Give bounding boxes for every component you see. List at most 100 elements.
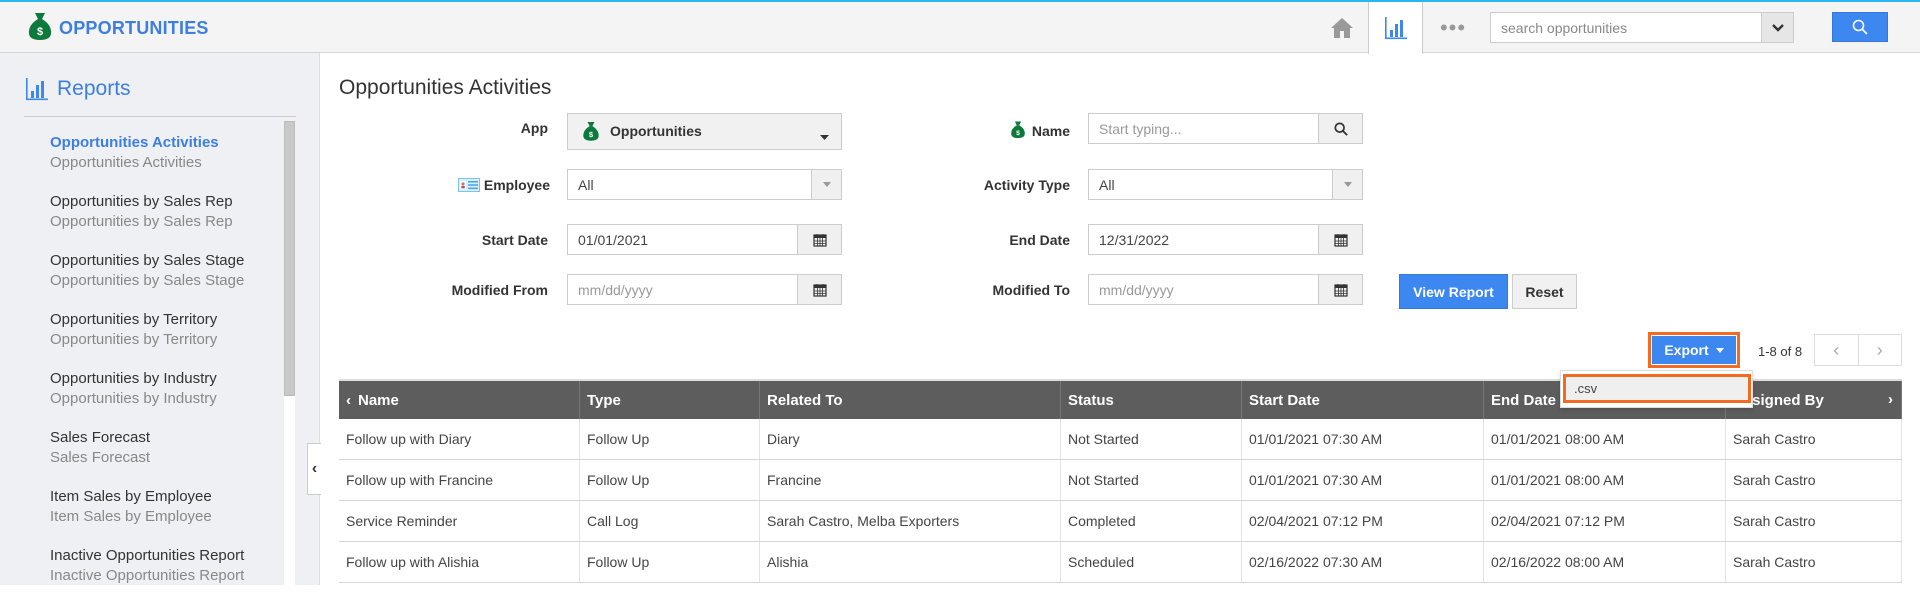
pagination-info: 1-8 of 8 <box>1758 344 1803 359</box>
search-box <box>1490 12 1794 43</box>
cell-type: Follow Up <box>580 542 760 582</box>
home-button[interactable] <box>1318 2 1366 53</box>
employee-dropdown-toggle[interactable] <box>811 170 841 199</box>
cell-start-date: 02/16/2022 07:30 AM <box>1242 542 1484 582</box>
sidebar-item-by-industry[interactable]: Opportunities by Industry Opportunities b… <box>50 363 280 422</box>
export-csv-option[interactable]: .csv <box>1563 374 1751 403</box>
caret-down-icon <box>1715 347 1724 353</box>
column-header-status[interactable]: Status <box>1061 381 1242 419</box>
end-date-field[interactable]: 12/31/2022 <box>1088 224 1363 255</box>
cell-status: Not Started <box>1061 419 1242 459</box>
cell-assigned-by: Sarah Castro <box>1726 542 1902 582</box>
cell-assigned-by: Sarah Castro <box>1726 460 1902 500</box>
item-title: Opportunities by Sales Rep <box>50 193 233 210</box>
modified-from-picker-button[interactable] <box>797 275 841 304</box>
calendar-icon <box>812 233 827 247</box>
column-header-start-date[interactable]: Start Date <box>1242 381 1484 419</box>
sidebar-item-item-sales-by-employee[interactable]: Item Sales by Employee Item Sales by Empl… <box>50 481 280 540</box>
cell-end-date: 02/04/2021 07:12 PM <box>1484 501 1726 541</box>
scroll-right-icon[interactable]: › <box>1888 391 1893 408</box>
item-subtitle: Inactive Opportunities Report <box>50 567 245 584</box>
top-bar: $ OPPORTUNITIES ••• <box>0 0 1920 54</box>
cell-name: Service Reminder <box>339 501 580 541</box>
employee-select[interactable]: All <box>567 169 842 200</box>
activity-type-select[interactable]: All <box>1088 169 1363 200</box>
reports-tab[interactable] <box>1368 2 1423 54</box>
item-title: Opportunities by Sales Stage <box>50 252 245 269</box>
collapse-sidebar-button[interactable]: ‹ <box>307 443 321 495</box>
item-subtitle: Opportunities Activities <box>50 154 202 171</box>
search-dropdown-toggle[interactable] <box>1761 13 1793 42</box>
reset-button[interactable]: Reset <box>1512 274 1577 309</box>
cell-assigned-by: Sarah Castro <box>1726 419 1902 459</box>
cell-status: Completed <box>1061 501 1242 541</box>
more-dots-icon: ••• <box>1439 14 1467 40</box>
brand[interactable]: $ OPPORTUNITIES <box>27 11 209 46</box>
app-select-value: Opportunities <box>610 123 702 139</box>
start-date-field[interactable]: 01/01/2021 <box>567 224 842 255</box>
item-subtitle: Opportunities by Territory <box>50 331 218 348</box>
item-title: Inactive Opportunities Report <box>50 547 245 564</box>
app-title: OPPORTUNITIES <box>59 18 209 38</box>
svg-text:$: $ <box>1016 130 1020 137</box>
sidebar-item-by-sales-rep[interactable]: Opportunities by Sales Rep Opportunities … <box>50 186 280 245</box>
activity-type-dropdown-toggle[interactable] <box>1332 170 1362 199</box>
calendar-icon <box>1333 233 1348 247</box>
report-list: Opportunities Activities Opportunities Ac… <box>50 127 280 599</box>
sidebar-item-opportunities-activities[interactable]: Opportunities Activities Opportunities Ac… <box>50 127 280 186</box>
sidebar-item-by-territory[interactable]: Opportunities by Territory Opportunities … <box>50 304 280 363</box>
sidebar-scrollbar[interactable] <box>284 121 295 585</box>
table-row[interactable]: Follow up with Francine Follow Up Franci… <box>339 460 1902 501</box>
name-search-button[interactable] <box>1318 114 1362 143</box>
cell-type: Follow Up <box>580 460 760 500</box>
start-date-picker-button[interactable] <box>797 225 841 254</box>
search-icon <box>1333 121 1348 136</box>
item-title: Sales Forecast <box>50 429 151 446</box>
app-select[interactable]: $ Opportunities <box>567 113 842 150</box>
end-date-picker-button[interactable] <box>1318 225 1362 254</box>
item-title: Item Sales by Employee <box>50 488 212 505</box>
calendar-icon <box>1333 283 1348 297</box>
sidebar-item-by-sales-stage[interactable]: Opportunities by Sales Stage Opportunitie… <box>50 245 280 304</box>
money-bag-icon: $ <box>582 120 600 145</box>
export-label: Export <box>1664 342 1709 358</box>
name-search-field[interactable]: Start typing... <box>1088 113 1363 144</box>
table-row[interactable]: Follow up with Diary Follow Up Diary Not… <box>339 419 1902 460</box>
column-header-type[interactable]: Type <box>580 381 760 419</box>
activities-table: ‹ Name Type Related To Status Start Date … <box>339 379 1902 583</box>
cell-related-to: Diary <box>760 419 1061 459</box>
scrollbar-thumb[interactable] <box>284 121 295 396</box>
app-label: App <box>520 120 548 136</box>
column-header-related-to[interactable]: Related To <box>760 381 1061 419</box>
more-button[interactable]: ••• <box>1428 2 1478 53</box>
search-button[interactable] <box>1832 12 1888 42</box>
start-date-value: 01/01/2021 <box>578 232 649 248</box>
view-report-button[interactable]: View Report <box>1399 274 1508 309</box>
chevron-right-icon: › <box>1876 339 1883 360</box>
start-date-label: Start Date <box>481 232 548 248</box>
scroll-left-icon[interactable]: ‹ <box>346 392 351 409</box>
column-header-name[interactable]: ‹ Name <box>339 381 580 419</box>
table-row[interactable]: Service Reminder Call Log Sarah Castro, … <box>339 501 1902 542</box>
cell-end-date: 01/01/2021 08:00 AM <box>1484 460 1726 500</box>
next-page-button[interactable]: › <box>1857 335 1902 365</box>
modified-to-field[interactable]: mm/dd/yyyy <box>1088 274 1363 305</box>
cell-type: Call Log <box>580 501 760 541</box>
previous-page-button[interactable]: ‹ <box>1815 335 1858 365</box>
search-input[interactable] <box>1491 13 1751 42</box>
export-button[interactable]: Export <box>1652 336 1736 364</box>
end-date-value: 12/31/2022 <box>1099 232 1170 248</box>
name-label-text: Name <box>1031 123 1070 139</box>
bar-chart-icon <box>1384 17 1407 40</box>
sidebar-item-inactive-opportunities[interactable]: Inactive Opportunities Report Inactive Op… <box>50 540 280 599</box>
modified-to-picker-button[interactable] <box>1318 275 1362 304</box>
modified-from-field[interactable]: mm/dd/yyyy <box>567 274 842 305</box>
employee-label: Employee <box>450 177 550 195</box>
table-row[interactable]: Follow up with Alishia Follow Up Alishia… <box>339 542 1902 583</box>
page-title: Opportunities Activities <box>339 76 552 99</box>
cell-end-date: 02/16/2022 08:00 AM <box>1484 542 1726 582</box>
end-date-label: End Date <box>1009 232 1070 248</box>
sidebar-item-sales-forecast[interactable]: Sales Forecast Sales Forecast <box>50 422 280 481</box>
employee-label-text: Employee <box>483 177 550 193</box>
cell-related-to: Francine <box>760 460 1061 500</box>
